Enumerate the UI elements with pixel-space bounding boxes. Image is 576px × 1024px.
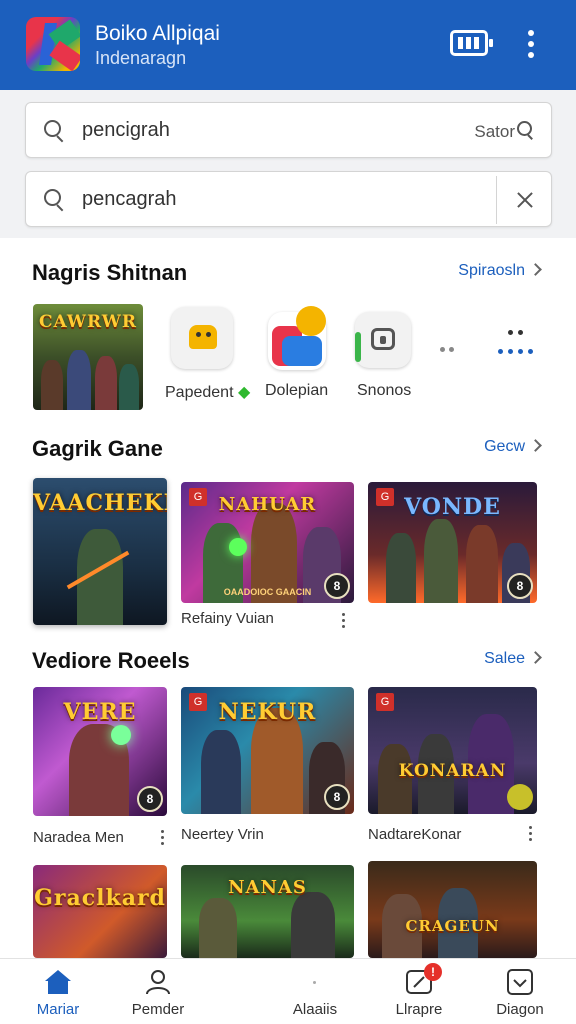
divider (496, 176, 497, 224)
search-icon (517, 121, 535, 139)
lock-keyhole (380, 336, 386, 344)
game-title: Naradea Men (33, 829, 124, 846)
rating-badge: 8 (324, 784, 350, 810)
game-logo: Graclkard (34, 885, 166, 911)
search-icon (44, 189, 64, 209)
robot-eye (196, 332, 201, 337)
nav-label: Diagon (496, 1001, 544, 1018)
more-vert-icon[interactable] (342, 613, 346, 629)
game-logo: VERE (63, 699, 137, 725)
app-subtitle: Indenaragn (95, 48, 187, 68)
app-shape (355, 332, 361, 362)
app-tile[interactable] (355, 312, 411, 368)
game-card-thumbnail[interactable]: VERE 8 (33, 687, 167, 816)
inbox-icon (507, 969, 533, 995)
more-vert-icon[interactable] (524, 28, 538, 60)
close-icon[interactable] (513, 188, 537, 212)
game-card-thumbnail[interactable]: CRAGEUN (368, 861, 537, 958)
game-card-thumbnail[interactable]: NANAS (181, 865, 354, 958)
battery-icon[interactable] (450, 30, 493, 56)
glow-orb (229, 538, 247, 556)
game-card-thumbnail[interactable]: G VONDE 8 (368, 482, 537, 603)
app-tile[interactable] (171, 307, 233, 369)
robot-eye (206, 332, 211, 337)
bottom-navigation: Mariar Pemder Alaaiis ! Llrapre Diagon (0, 958, 576, 1024)
notification-badge: ! (424, 963, 442, 981)
app-logo-icon (26, 17, 80, 71)
rating-badge (507, 784, 533, 810)
nav-item-profile[interactable]: Pemder (113, 959, 203, 1024)
game-logo: CRAGEUN (405, 917, 500, 935)
game-title: NadtareKonar (368, 826, 462, 843)
game-logo: VAACHEKR (33, 490, 167, 516)
game-logo: NAHUAR (218, 494, 317, 515)
nav-item-inbox[interactable]: Diagon (475, 959, 565, 1024)
more-vert-icon[interactable] (161, 830, 165, 846)
search-bar-secondary[interactable]: pencagrah (25, 171, 552, 227)
see-all-label: Gecw (484, 438, 525, 455)
app-title: Boiko Allpiqai (95, 22, 220, 45)
game-card-thumbnail[interactable]: VAACHEKR (33, 478, 167, 625)
app-label: Papedent ◆ (165, 384, 251, 401)
nav-item-chat[interactable]: ! Llrapre (374, 959, 464, 1024)
nav-label: Llrapre (395, 1001, 443, 1018)
rating-badge: 8 (324, 573, 350, 599)
grid-dots-icon[interactable] (496, 330, 536, 356)
game-logo: NEKUR (218, 699, 317, 725)
search-input[interactable]: pencagrah (82, 188, 177, 211)
section-see-all-link[interactable]: Gecw (484, 438, 542, 456)
nav-item-apps[interactable]: Alaaiis (270, 959, 360, 1024)
nav-item-home[interactable]: Mariar (13, 959, 103, 1024)
app-label: Snonos (357, 382, 412, 399)
arrow-icon: ◆ (237, 384, 251, 401)
smiley-icon (296, 306, 326, 336)
rating-badge: 8 (507, 573, 533, 599)
game-card-thumbnail[interactable]: G KONARAN (368, 687, 537, 814)
section-see-all-link[interactable]: Spiraosln (458, 262, 542, 280)
section-title: Nagris Shitnan (32, 260, 188, 285)
section-title: Gagrik Gane (32, 436, 163, 461)
robot-icon (189, 325, 217, 349)
game-logo: CAWRWR (39, 312, 137, 332)
dot-icon (313, 981, 316, 984)
chevron-right-icon (529, 651, 542, 664)
nav-label: Pemder (131, 1001, 185, 1018)
search-submit-button[interactable]: Sator (474, 121, 535, 142)
featured-game-thumbnail[interactable]: CAWRWR (33, 304, 143, 410)
person-icon (146, 970, 170, 995)
nav-label: Alaaiis (292, 1001, 338, 1018)
section-title: Vediore Roeels (32, 648, 190, 673)
nav-label: Mariar (36, 1001, 80, 1018)
game-card-thumbnail[interactable]: G NEKUR 8 (181, 687, 354, 814)
rating-badge: 8 (137, 786, 163, 812)
game-logo: NANAS (228, 877, 307, 898)
game-logo: VONDE (404, 494, 501, 520)
search-input[interactable]: pencigrah (82, 119, 170, 142)
home-icon (45, 970, 71, 994)
game-logo: KONARAN (398, 761, 507, 781)
app-tile[interactable] (268, 306, 326, 370)
more-vert-icon[interactable] (529, 826, 533, 842)
see-all-label: Spiraosln (458, 262, 525, 279)
game-title: Neertey Vrin (181, 826, 264, 843)
search-submit-label: Sator (474, 122, 515, 141)
chevron-right-icon (529, 263, 542, 276)
search-icon (44, 120, 64, 140)
glow-orb (111, 725, 131, 745)
game-card-thumbnail[interactable]: Graclkard (33, 865, 167, 958)
section-see-all-link[interactable]: Salee (484, 650, 542, 668)
app-shape (282, 336, 322, 366)
game-title: Refainy Vuian (181, 610, 274, 627)
see-all-label: Salee (484, 650, 525, 667)
game-card-thumbnail[interactable]: G NAHUAR OAADOIOC GAACIN 8 (181, 482, 354, 603)
app-label: Dolepian (265, 382, 329, 399)
more-dots-icon[interactable] (440, 347, 460, 353)
publisher-badge: G (376, 693, 394, 711)
chevron-right-icon (529, 439, 542, 452)
search-bar-primary[interactable]: pencigrah Sator (25, 102, 552, 158)
app-header: Boiko Allpiqai Indenaragn (0, 0, 576, 90)
